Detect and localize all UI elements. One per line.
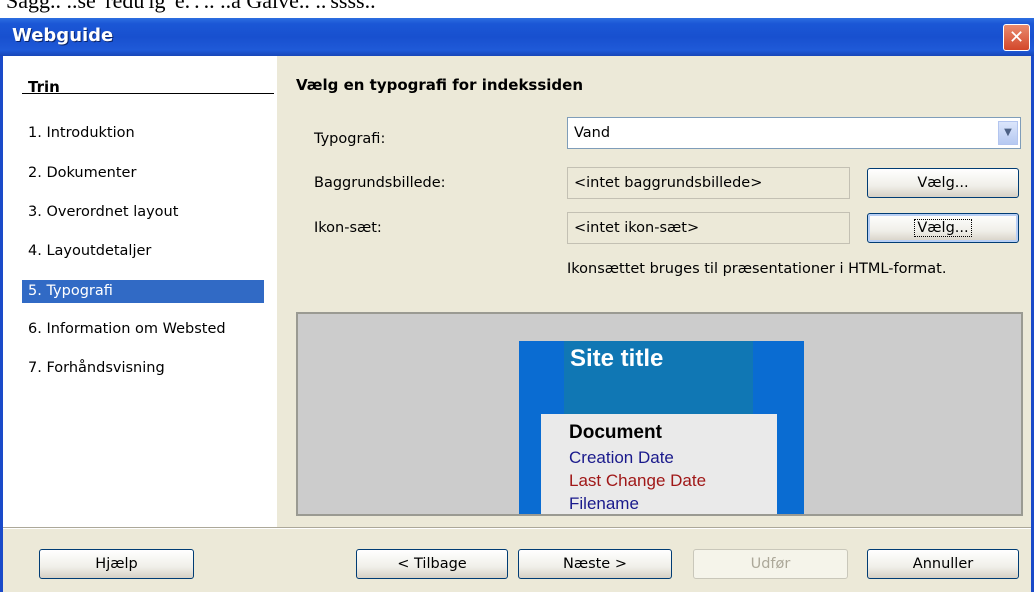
preview-creation-date: Creation Date [569,448,674,467]
window-title: Webguide [12,25,114,46]
next-button[interactable]: Næste > [518,549,672,579]
ikon-saet-select-button[interactable]: Vælg... [867,213,1019,243]
ikon-saet-hint: Ikonsættet bruges til præsentationer i H… [567,261,947,277]
step-introduktion[interactable]: 1. Introduktion [28,122,135,145]
footer-divider-highlight [3,528,1031,529]
close-icon[interactable]: ✕ [1003,24,1030,51]
step-forhandsvisning[interactable]: 7. Forhåndsvisning [28,357,165,380]
preview-page: Site title Document Creation Date Last C… [519,341,804,514]
finish-button[interactable]: Udfør [693,549,848,579]
step-overordnet-layout[interactable]: 3. Overordnet layout [28,201,178,224]
steps-header-divider [22,93,274,94]
step-typografi[interactable]: 5. Typografi [22,280,264,303]
help-button[interactable]: Hjælp [39,549,194,579]
background-text-fragment: Sagg.. ..se 'redu'ig 'e.'.'.. ..a Galve.… [0,0,1034,18]
chevron-down-icon[interactable]: ▼ [998,121,1018,145]
baggrundsbillede-select-button[interactable]: Vælg... [867,168,1019,198]
preview-document-box: Document Creation Date Last Change Date … [541,414,777,514]
baggrundsbillede-label: Baggrundsbillede: [314,175,446,191]
baggrundsbillede-field: <intet baggrundsbillede> [567,167,850,199]
step-layoutdetaljer[interactable]: 4. Layoutdetaljer [28,240,151,263]
typografi-select[interactable]: Vand ▼ [567,117,1021,149]
page-title: Vælg en typografi for indekssiden [296,76,584,94]
preview-last-change-date: Last Change Date [569,471,707,490]
preview-document-heading: Document [569,422,662,443]
step-information-om-websted[interactable]: 6. Information om Websted [28,318,226,341]
cancel-button[interactable]: Annuller [867,549,1019,579]
preview-filename: Filename [569,494,639,513]
preview-site-title: Site title [570,345,664,372]
title-bar: Webguide ✕ [0,18,1034,56]
ikon-saet-field: <intet ikon-sæt> [567,212,850,244]
typografi-label: Typografi: [314,131,386,147]
style-preview: Site title Document Creation Date Last C… [296,312,1023,516]
step-dokumenter[interactable]: 2. Dokumenter [28,162,136,185]
typografi-value: Vand [574,125,611,141]
ikon-saet-label: Ikon-sæt: [314,220,382,236]
back-button[interactable]: < Tilbage [356,549,508,579]
